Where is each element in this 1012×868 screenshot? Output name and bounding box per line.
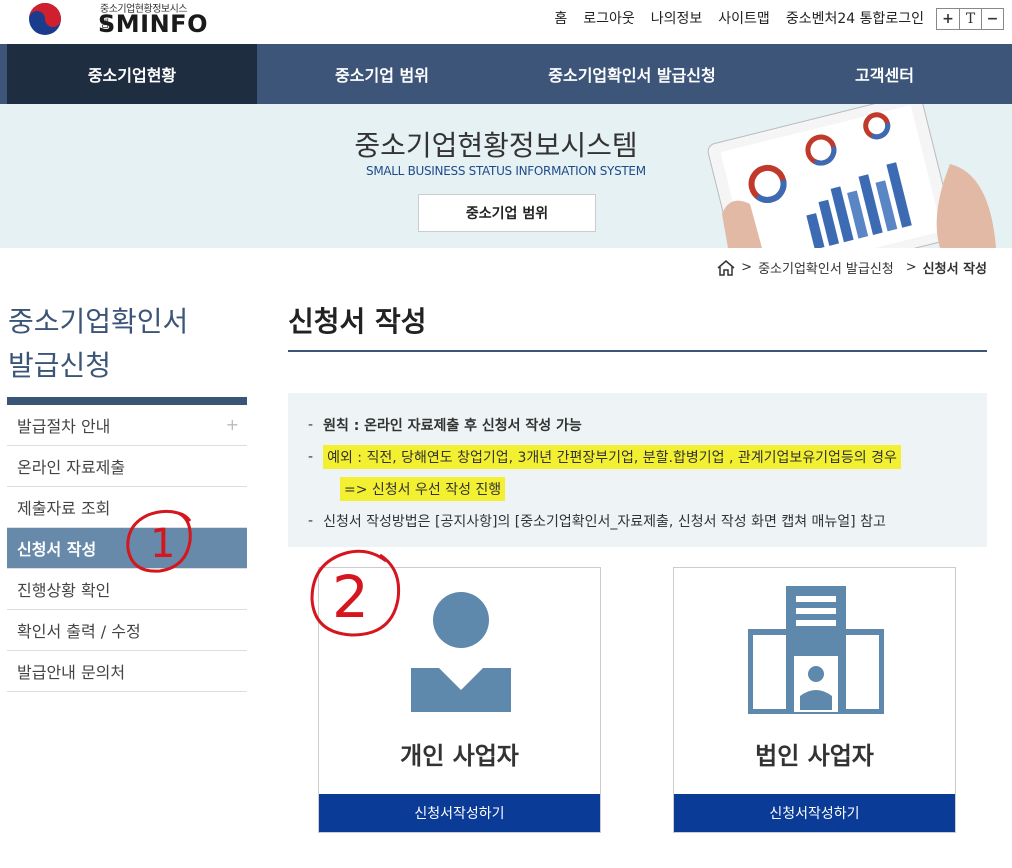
sidebar-item-submission-lookup[interactable]: 제출자료 조회: [7, 487, 247, 528]
sidebar-item-contact[interactable]: 발급안내 문의처: [7, 651, 247, 692]
nav-item-company-status[interactable]: 중소기업현황: [7, 44, 257, 104]
sidebar-item-procedure[interactable]: 발급절차 안내 +: [7, 405, 247, 446]
font-size-controls: + T −: [936, 8, 1004, 30]
font-decrease-button[interactable]: −: [981, 9, 1003, 29]
breadcrumb-parent[interactable]: 중소기업확인서 발급신청: [758, 258, 894, 277]
individual-business-card[interactable]: 개인 사업자 신청서작성하기: [318, 567, 601, 833]
expand-plus-icon[interactable]: +: [226, 415, 239, 434]
main-nav: 중소기업현황 중소기업 범위 중소기업확인서 발급신청 고객센터: [0, 44, 1012, 104]
sidebar-divider: [7, 397, 247, 405]
sidebar-item-certificate-print[interactable]: 확인서 출력 / 수정: [7, 610, 247, 651]
corporate-business-card[interactable]: 법인 사업자 신청서작성하기: [673, 567, 956, 833]
notice-box: - 원칙 : 온라인 자료제출 후 신청서 작성 가능 - 예외 : 직전, 당해연…: [288, 393, 987, 547]
page-title: 신청서 작성: [288, 305, 427, 338]
site-logo[interactable]: 중소기업현황정보시스템 SMINFO: [28, 0, 207, 40]
banner-subtitle: SMALL BUSINESS STATUS INFORMATION SYSTEM: [366, 164, 646, 178]
logout-link[interactable]: 로그아웃: [583, 8, 635, 28]
integrated-login-link[interactable]: 중소벤처24 통합로그인: [786, 8, 924, 28]
nav-item-customer-center[interactable]: 고객센터: [757, 44, 1012, 104]
my-info-link[interactable]: 나의정보: [651, 8, 703, 28]
sidebar-item-application-form[interactable]: 신청서 작성: [7, 528, 247, 569]
top-bar: 중소기업현황정보시스템 SMINFO 홈 로그아웃 나의정보 사이트맵 중소벤처…: [0, 0, 1012, 44]
top-links: 홈 로그아웃 나의정보 사이트맵 중소벤처24 통합로그인: [554, 8, 924, 28]
sidebar-item-online-submission[interactable]: 온라인 자료제출: [7, 446, 247, 487]
person-icon: [411, 592, 511, 712]
title-divider: [288, 350, 987, 352]
individual-apply-button[interactable]: 신청서작성하기: [319, 794, 600, 832]
sidebar-item-label: 발급절차 안내: [17, 417, 111, 436]
font-reset-button[interactable]: T: [959, 9, 981, 29]
notice-line: - 예외 : 직전, 당해연도 창업기업, 3개년 간편장부기업, 분할.합병기업…: [308, 441, 967, 473]
corporate-apply-button[interactable]: 신청서작성하기: [674, 794, 955, 832]
notice-line: - 신청서 작성방법은 [공지사항]의 [중소기업확인서_자료제출, 신청서 작성…: [308, 513, 886, 530]
sidebar-title-line1: 중소기업확인서: [8, 305, 189, 338]
card-label: 개인 사업자: [400, 742, 519, 770]
font-increase-button[interactable]: +: [937, 9, 959, 29]
logo-name: SMINFO: [98, 10, 208, 38]
chevron-right-icon: >: [905, 260, 917, 275]
sidebar-item-progress-check[interactable]: 진행상황 확인: [7, 569, 247, 610]
banner-scope-button[interactable]: 중소기업 범위: [418, 194, 596, 232]
sitemap-link[interactable]: 사이트맵: [718, 8, 770, 28]
sidebar-title-line2: 발급신청: [8, 349, 112, 382]
sidebar-title: 중소기업확인서 발급신청: [8, 300, 248, 388]
home-icon[interactable]: [717, 259, 735, 276]
home-link[interactable]: 홈: [554, 8, 567, 28]
building-icon: [748, 586, 884, 714]
taegeuk-logo-icon: [29, 3, 61, 35]
breadcrumb: > 중소기업확인서 발급신청 > 신청서 작성: [717, 258, 987, 277]
notice-line: - 원칙 : 온라인 자료제출 후 신청서 작성 가능: [308, 417, 582, 434]
nav-item-certificate-request[interactable]: 중소기업확인서 발급신청: [507, 44, 757, 104]
nav-item-company-scope[interactable]: 중소기업 범위: [257, 44, 507, 104]
chevron-right-icon: >: [741, 260, 753, 275]
card-label: 법인 사업자: [755, 742, 874, 770]
sidebar-menu: 발급절차 안내 + 온라인 자료제출 제출자료 조회 신청서 작성 진행상황 확…: [7, 405, 247, 692]
breadcrumb-current: 신청서 작성: [922, 262, 987, 277]
tablet-illustration: [707, 104, 996, 248]
notice-line: => 신청서 우선 작성 진행: [308, 473, 967, 505]
hero-banner: 중소기업현황정보시스템 SMALL BUSINESS STATUS INFORM…: [0, 104, 1012, 248]
